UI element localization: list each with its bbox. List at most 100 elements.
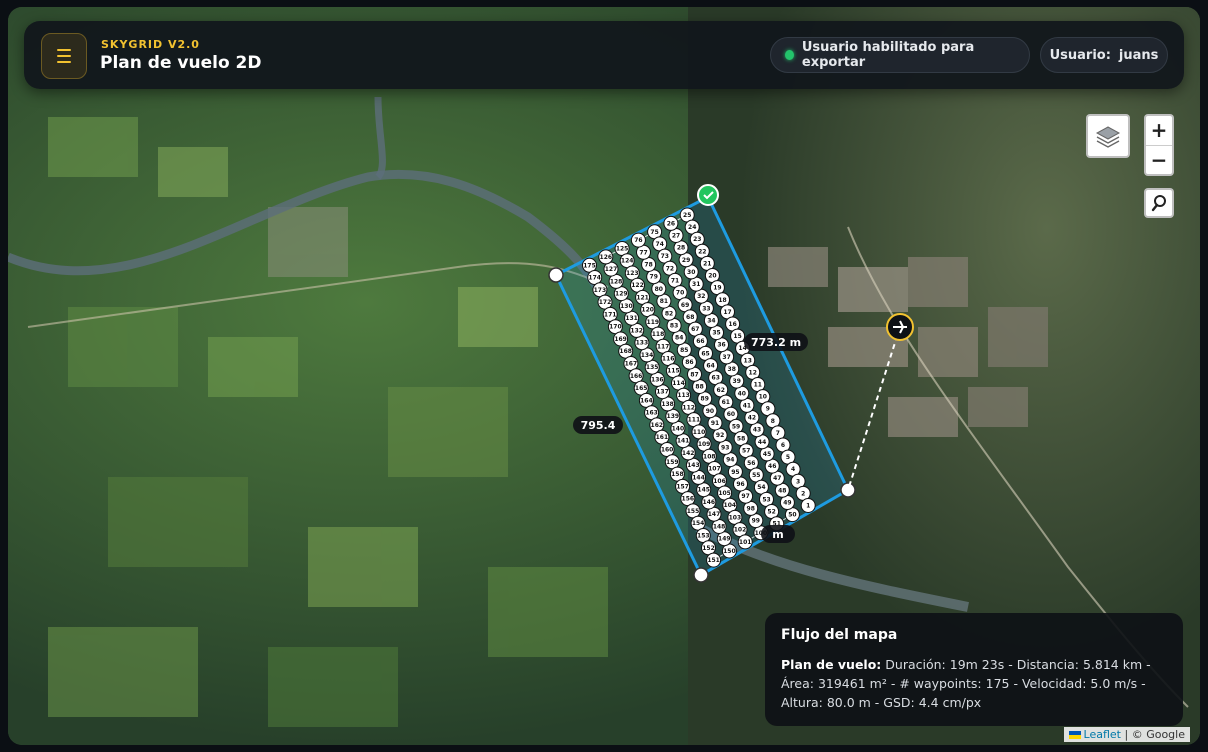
waypoint-number: 64 xyxy=(706,363,714,370)
waypoint-number: 93 xyxy=(721,444,729,451)
ukraine-flag-icon xyxy=(1068,731,1081,739)
waypoint-number: 43 xyxy=(753,427,761,434)
waypoint-number: 50 xyxy=(788,512,796,519)
waypoint-number: 31 xyxy=(692,281,700,288)
waypoint-number: 77 xyxy=(639,249,647,256)
waypoint-number: 96 xyxy=(736,481,744,488)
waypoint-number: 111 xyxy=(688,417,701,424)
waypoint-number: 144 xyxy=(692,474,705,481)
export-status-badge: Usuario habilitado para exportar xyxy=(770,37,1030,73)
start-check-icon xyxy=(697,184,719,206)
waypoint-number: 105 xyxy=(718,490,731,497)
sep: - xyxy=(870,695,884,710)
leaflet-link[interactable]: Leaflet xyxy=(1084,728,1121,741)
waypoint-number: 136 xyxy=(651,376,664,383)
waypoint-number: 80 xyxy=(655,286,663,293)
waypoint-number: 164 xyxy=(640,397,653,404)
export-status-text: Usuario habilitado para exportar xyxy=(801,40,975,70)
waypoint-number: 16 xyxy=(728,321,736,328)
waypoint-number: 101 xyxy=(739,539,752,546)
waypoint-number: 95 xyxy=(731,469,739,476)
waypoint-number: 53 xyxy=(762,496,770,503)
waypoint-number: 159 xyxy=(666,459,679,466)
waypoint-number: 20 xyxy=(708,273,716,280)
waypoint-number: 54 xyxy=(757,484,765,491)
waypoint-number: 39 xyxy=(733,378,741,385)
waypoint-number: 157 xyxy=(676,483,689,490)
waypoint-number: 145 xyxy=(697,487,710,494)
waypoint-number: 135 xyxy=(646,364,659,371)
search-button[interactable] xyxy=(1144,188,1174,218)
waypoint-number: 134 xyxy=(641,352,654,359)
waypoint-number: 30 xyxy=(687,269,695,276)
map-attribution: Leaflet | © Google xyxy=(1063,727,1190,742)
waypoint-number: 33 xyxy=(702,305,710,312)
zoom-out-button[interactable]: − xyxy=(1146,146,1172,175)
top-header: SKYGRID V2.0 Plan de vuelo 2D Usuario ha… xyxy=(24,21,1184,89)
corner-handle[interactable] xyxy=(693,567,709,583)
waypoint-number: 116 xyxy=(662,356,675,363)
waypoint-number: 97 xyxy=(741,493,749,500)
waypoint-number: 146 xyxy=(703,499,716,506)
waypoint-number: 156 xyxy=(682,496,695,503)
waypoint-number: 147 xyxy=(708,511,721,518)
waypoint-number: 67 xyxy=(691,326,699,333)
sep: - xyxy=(1142,657,1151,672)
waypoint-number: 102 xyxy=(734,527,747,534)
waypoint-number: 75 xyxy=(650,229,658,236)
waypoint-number: 58 xyxy=(737,436,745,443)
waypoint-number: 12 xyxy=(749,369,757,376)
waypoint-number: 141 xyxy=(677,438,690,445)
waypoint-number: 7 xyxy=(776,430,780,437)
waypoint-number: 149 xyxy=(718,536,731,543)
waypoint-number: 21 xyxy=(703,260,711,267)
waypoint-number: 120 xyxy=(641,307,654,314)
waypoint-number: 138 xyxy=(661,401,674,408)
user-badge[interactable]: Usuario: juans xyxy=(1040,37,1168,73)
waypoint-number: 129 xyxy=(615,291,628,298)
waypoint-number: 91 xyxy=(711,420,719,427)
waypoint-number: 163 xyxy=(645,410,658,417)
waypoint-number: 125 xyxy=(616,246,629,253)
panel-title: Flujo del mapa xyxy=(781,627,898,643)
waypoint-number: 71 xyxy=(671,277,679,284)
waypoint-number: 74 xyxy=(656,241,664,248)
waypoint-number: 6 xyxy=(781,442,785,449)
waypoint-number: 94 xyxy=(726,457,734,464)
waypoint-number: 47 xyxy=(773,475,781,482)
waypoint-number: 84 xyxy=(675,335,683,342)
waypoint-number: 55 xyxy=(752,472,760,479)
waypoint-number: 174 xyxy=(588,275,601,282)
waypoint-number: 32 xyxy=(697,293,705,300)
waypoint-number: 104 xyxy=(724,502,737,509)
waypoint-number: 85 xyxy=(680,347,688,354)
menu-button[interactable] xyxy=(41,33,87,79)
waypoint-number: 3 xyxy=(796,478,800,485)
waypoint-number: 59 xyxy=(732,423,740,430)
user-label: Usuario: xyxy=(1049,47,1111,63)
waypoint-number: 113 xyxy=(677,392,690,399)
waypoint-number: 10 xyxy=(759,394,767,401)
waypoint-number: 122 xyxy=(631,282,644,289)
hamburger-icon xyxy=(57,47,71,65)
waypoint-number: 69 xyxy=(681,302,689,309)
layers-button[interactable] xyxy=(1086,114,1130,158)
waypoint-number: 5 xyxy=(786,454,790,461)
zoom-in-button[interactable]: + xyxy=(1146,116,1172,145)
waypoint-number: 48 xyxy=(778,487,786,494)
waypoint-number: 92 xyxy=(716,432,724,439)
waypoint-number: 162 xyxy=(651,422,664,429)
waypoint-number: 154 xyxy=(692,520,705,527)
waypoint-number: 87 xyxy=(690,371,698,378)
gsd-value: GSD: 4.4 cm/px xyxy=(883,695,982,710)
waypoint-number: 126 xyxy=(600,254,613,261)
corner-handle[interactable] xyxy=(548,267,564,283)
waypoint-number: 44 xyxy=(758,439,766,446)
sep: - xyxy=(1004,657,1017,672)
waypoint-number: 88 xyxy=(695,384,703,391)
waypoint-number: 89 xyxy=(701,396,709,403)
waypoint-number: 167 xyxy=(625,361,638,368)
status-dot-icon xyxy=(785,50,794,60)
waypoint-number: 61 xyxy=(722,399,730,406)
waypoint-number: 1 xyxy=(806,503,810,510)
